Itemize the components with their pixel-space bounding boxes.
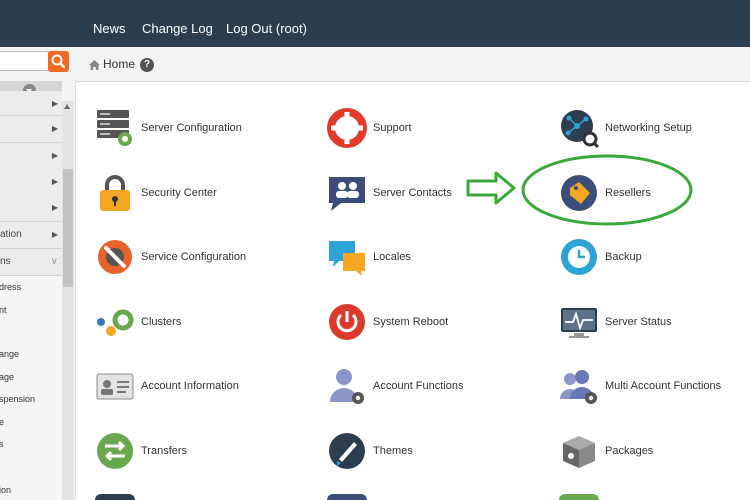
clusters-icon	[97, 309, 134, 336]
tile-label: Support	[373, 122, 412, 134]
tile-partial-row	[95, 494, 135, 500]
tile-label: Networking Setup	[605, 122, 692, 134]
sidebar-category[interactable]: ▶	[0, 143, 62, 170]
network-icon	[561, 110, 599, 148]
home-icon	[89, 59, 100, 70]
sidebar-category[interactable]: ▶	[0, 169, 62, 196]
help-icon[interactable]: ?	[140, 57, 155, 72]
tile-themes[interactable]: Themes	[327, 430, 413, 472]
tile-label: Server Configuration	[141, 122, 242, 134]
search-icon	[51, 54, 66, 69]
sidebar-category[interactable]: ▶	[0, 116, 62, 143]
contacts-chat-icon	[329, 177, 365, 211]
user-gear-icon	[330, 369, 364, 404]
wrench-gear-icon	[98, 240, 132, 274]
tile-label: Account Information	[141, 380, 239, 392]
tile-system-reboot[interactable]: System Reboot	[327, 301, 448, 343]
sidebar-item[interactable]: ange	[0, 349, 19, 359]
breadcrumb-home-link[interactable]: Home	[103, 57, 135, 71]
sidebar-category[interactable]: ation ▶	[0, 222, 62, 249]
tile-label: Multi Account Functions	[605, 380, 722, 392]
backup-clock-icon	[561, 239, 597, 275]
tile-label: Clusters	[141, 316, 182, 328]
tile-server-contacts[interactable]: Server Contacts	[327, 172, 452, 214]
expand-arrow-icon: ▶	[51, 230, 58, 239]
tile-partial-row	[327, 494, 367, 500]
scrollbar-thumb[interactable]	[63, 169, 73, 287]
tile-label: System Reboot	[373, 316, 449, 328]
expand-arrow-icon: ▶	[51, 151, 58, 160]
sidebar-scrollbar[interactable]	[62, 101, 74, 500]
sidebar-category-open[interactable]: ns ∨	[0, 249, 62, 276]
tile-server-configuration[interactable]: Server Configuration	[95, 107, 242, 149]
tile-label: Server Contacts	[373, 187, 452, 199]
tile-label: Transfers	[141, 445, 188, 457]
monitor-pulse-icon	[561, 308, 597, 338]
tile-account-information[interactable]: Account Information	[95, 365, 239, 407]
server-config-icon	[97, 110, 132, 146]
locales-bubble-icon	[329, 241, 365, 276]
sidebar-item[interactable]: age	[0, 372, 14, 382]
scroll-up-icon[interactable]	[64, 104, 70, 109]
sidebar-item[interactable]: dress	[0, 282, 21, 292]
tile-label: Locales	[373, 251, 411, 263]
tile-networking-setup[interactable]: Networking Setup	[559, 107, 692, 149]
sidebar-item[interactable]: ion	[0, 485, 11, 495]
nav-news-link[interactable]: News	[93, 0, 126, 47]
tile-clusters[interactable]: Clusters	[95, 301, 181, 343]
power-icon	[329, 304, 365, 340]
search-button[interactable]	[48, 51, 69, 72]
breadcrumb: Home?	[89, 47, 155, 81]
sidebar-category[interactable]: ▶	[0, 195, 62, 222]
tile-label: Backup	[605, 251, 642, 263]
tile-support[interactable]: Support	[327, 107, 412, 149]
sidebar-item[interactable]: e	[0, 417, 4, 427]
nav-logout-link[interactable]: Log Out (root)	[226, 0, 307, 47]
sidebar-item[interactable]: spension	[0, 394, 35, 404]
tile-multi-account-functions[interactable]: Multi Account Functions	[559, 365, 721, 407]
sidebar-item[interactable]: s	[0, 439, 4, 449]
transfer-arrows-icon	[97, 433, 133, 469]
package-box-icon	[563, 436, 595, 468]
tile-label: Account Functions	[373, 380, 464, 392]
sidebar-item[interactable]: nt	[0, 305, 7, 315]
tile-partial-row	[559, 494, 599, 500]
sidebar-category[interactable]: ▶	[0, 91, 62, 116]
lifebuoy-icon	[327, 108, 367, 148]
tile-label: Server Status	[605, 316, 672, 328]
tile-locales[interactable]: Locales	[327, 236, 411, 278]
tile-packages[interactable]: Packages	[559, 430, 653, 472]
expand-arrow-icon: ▶	[51, 124, 58, 133]
tile-label: Service Configuration	[141, 251, 247, 263]
annotation-circle	[521, 154, 693, 226]
tile-server-status[interactable]: Server Status	[559, 301, 672, 343]
sidebar: ▶ ▶ ▶ ▶ ▶ ation▶ ns∨ dress nt ange age s…	[0, 81, 76, 500]
tile-label: Packages	[605, 445, 654, 457]
tile-label: Security Center	[141, 187, 217, 199]
expand-arrow-icon: ▶	[51, 177, 58, 186]
paint-brush-icon	[329, 433, 365, 469]
multi-user-gear-icon	[560, 370, 597, 404]
tile-label: Themes	[373, 445, 413, 457]
annotation-overlay	[466, 154, 693, 226]
expand-arrow-icon: ▶	[51, 99, 58, 108]
padlock-icon	[100, 175, 130, 211]
tile-security-center[interactable]: Security Center	[95, 172, 217, 214]
id-card-icon	[96, 373, 134, 400]
tile-service-configuration[interactable]: Service Configuration	[95, 236, 246, 278]
nav-changelog-link[interactable]: Change Log	[142, 0, 213, 47]
expand-arrow-icon: ▶	[51, 203, 58, 212]
tile-transfers[interactable]: Transfers	[95, 430, 187, 472]
sidebar-search-input[interactable]	[0, 51, 52, 71]
chevron-down-icon: ∨	[50, 256, 58, 267]
tile-backup[interactable]: Backup	[559, 236, 642, 278]
annotation-arrow-icon	[466, 171, 516, 205]
tile-account-functions[interactable]: Account Functions	[327, 365, 464, 407]
